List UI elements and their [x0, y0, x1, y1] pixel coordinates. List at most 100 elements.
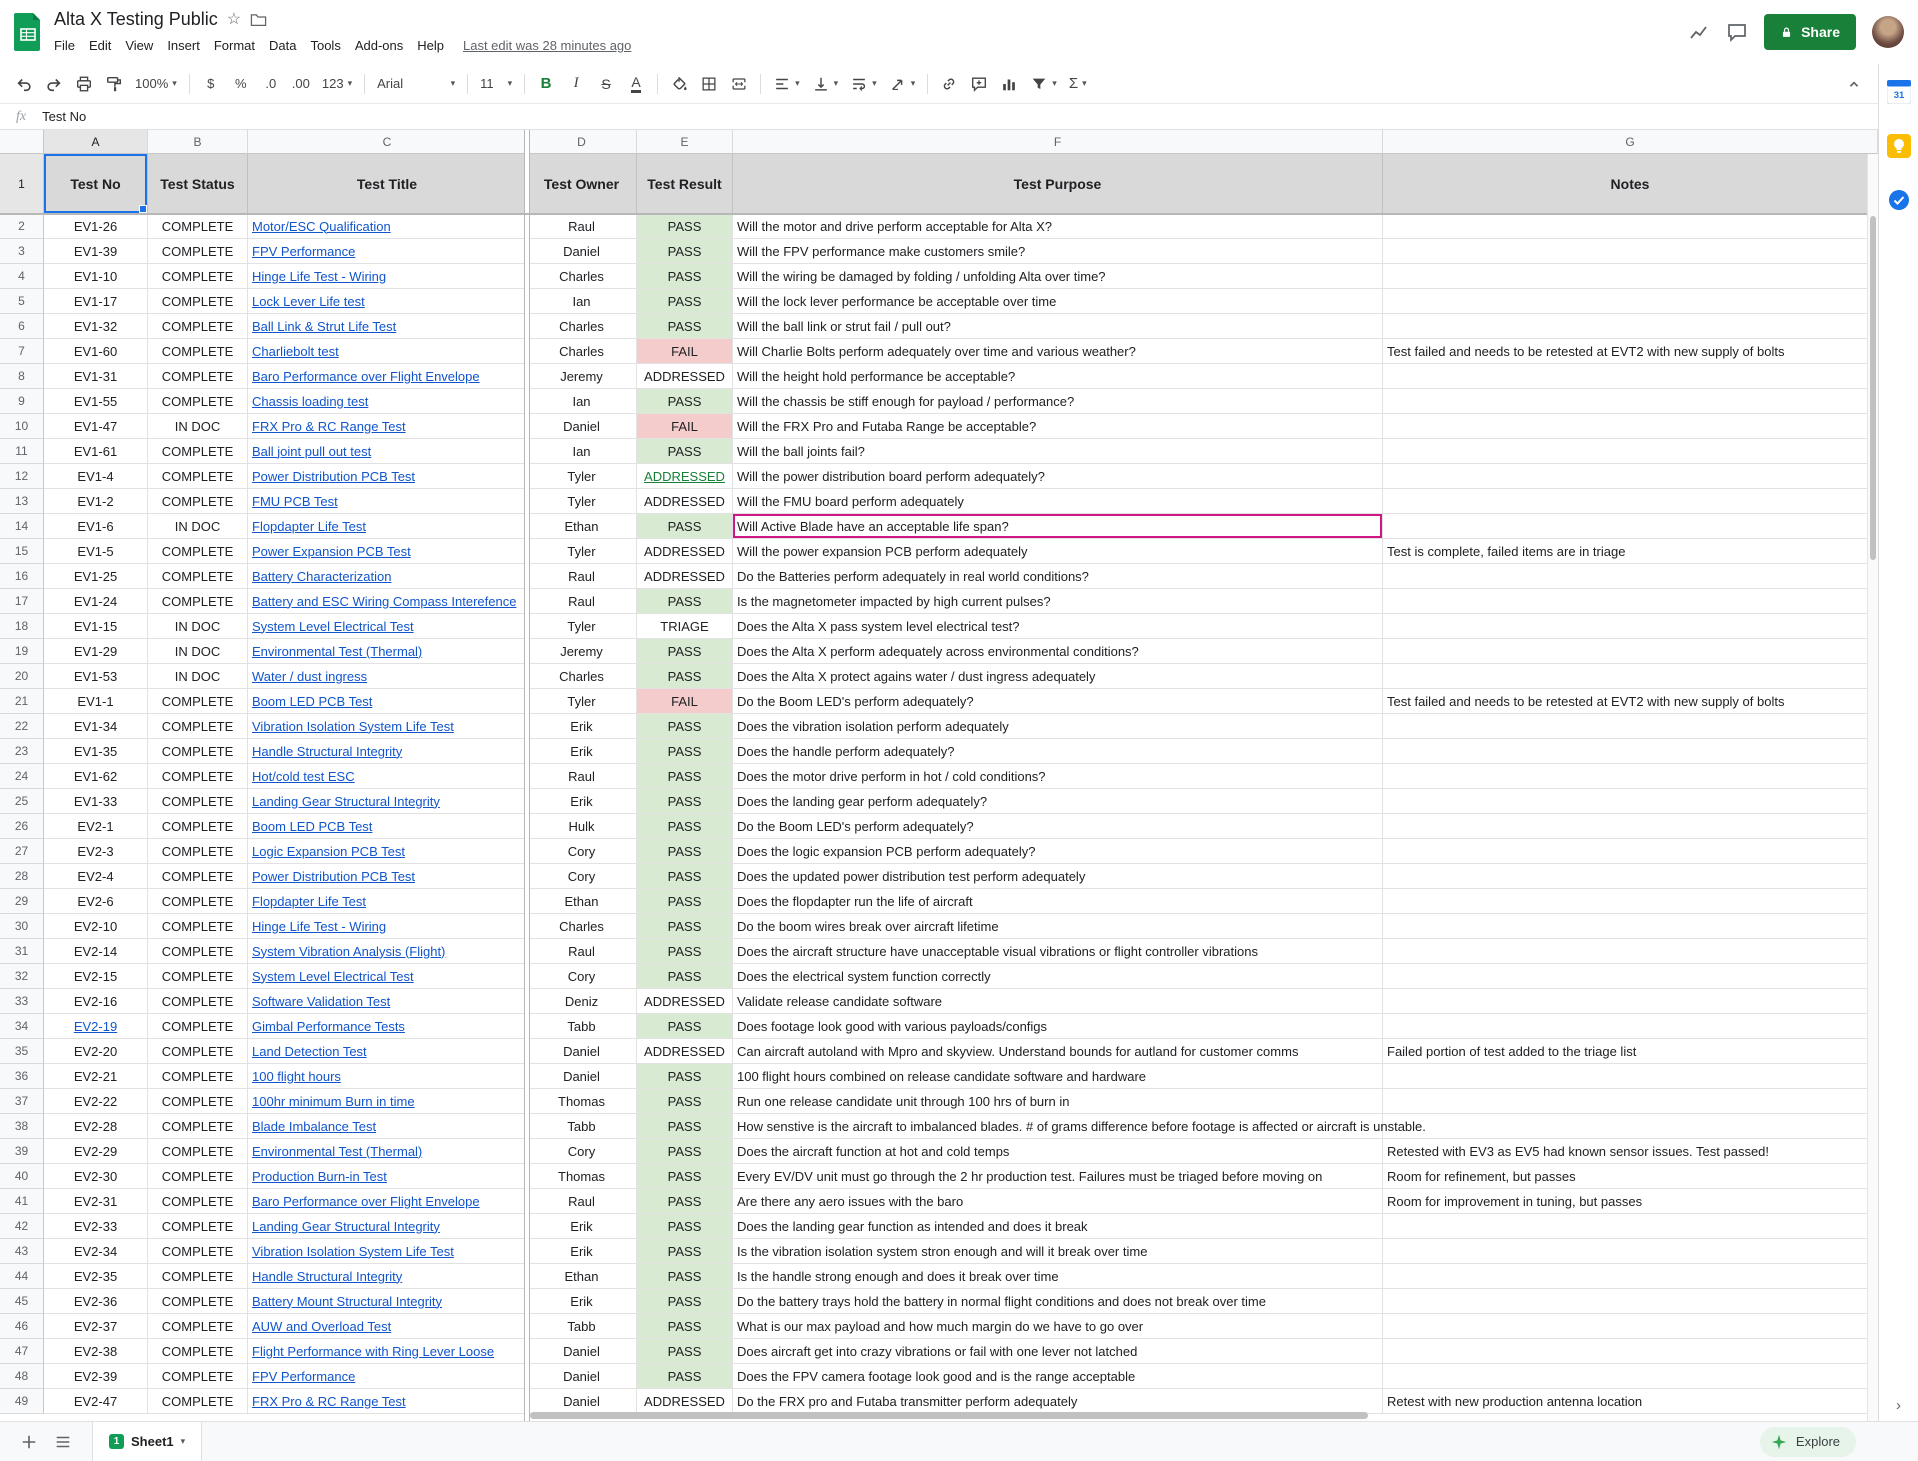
cell-F35[interactable]: Can aircraft autoland with Mpro and skyv…	[733, 1039, 1383, 1064]
caret-down-icon[interactable]: ▾	[181, 1437, 186, 1446]
test-title-link[interactable]: 100hr minimum Burn in time	[252, 1094, 415, 1109]
cell-A16[interactable]: EV1-25	[44, 564, 148, 589]
cell-A19[interactable]: EV1-29	[44, 639, 148, 664]
cell-C26[interactable]: Boom LED PCB Test	[248, 814, 527, 839]
cell-F3[interactable]: Will the FPV performance make customers …	[733, 239, 1383, 264]
cell-C39[interactable]: Environmental Test (Thermal)	[248, 1139, 527, 1164]
cell-C3[interactable]: FPV Performance	[248, 239, 527, 264]
row-header-36[interactable]: 36	[0, 1064, 44, 1089]
cell-F28[interactable]: Does the updated power distribution test…	[733, 864, 1383, 889]
cell-G39[interactable]: Retested with EV3 as EV5 had known senso…	[1383, 1139, 1878, 1164]
text-rotation-button[interactable]: ▾	[884, 71, 921, 97]
cell-D35[interactable]: Daniel	[527, 1039, 637, 1064]
cell-B48[interactable]: COMPLETE	[148, 1364, 248, 1389]
cell-F40[interactable]: Every EV/DV unit must go through the 2 h…	[733, 1164, 1383, 1189]
cell-A9[interactable]: EV1-55	[44, 389, 148, 414]
cell-C22[interactable]: Vibration Isolation System Life Test	[248, 714, 527, 739]
filter-button[interactable]: ▾	[1025, 71, 1062, 97]
cell-D20[interactable]: Charles	[527, 664, 637, 689]
cell-A26[interactable]: EV2-1	[44, 814, 148, 839]
test-title-link[interactable]: Logic Expansion PCB Test	[252, 844, 405, 859]
avatar[interactable]	[1872, 16, 1904, 48]
cell-E15[interactable]: ADDRESSED	[637, 539, 733, 564]
cell-A4[interactable]: EV1-10	[44, 264, 148, 289]
cell-B43[interactable]: COMPLETE	[148, 1239, 248, 1264]
cell-C46[interactable]: AUW and Overload Test	[248, 1314, 527, 1339]
cell-E13[interactable]: ADDRESSED	[637, 489, 733, 514]
test-title-link[interactable]: Battery Characterization	[252, 569, 391, 584]
cell-A15[interactable]: EV1-5	[44, 539, 148, 564]
test-title-link[interactable]: System Vibration Analysis (Flight)	[252, 944, 445, 959]
test-title-link[interactable]: Hinge Life Test - Wiring	[252, 919, 386, 934]
vertical-scrollbar[interactable]	[1867, 154, 1878, 1421]
comments-icon[interactable]	[1726, 21, 1748, 43]
row-header-41[interactable]: 41	[0, 1189, 44, 1214]
column-header-C[interactable]: C	[248, 130, 527, 154]
move-folder-icon[interactable]	[250, 12, 267, 27]
cell-E5[interactable]: PASS	[637, 289, 733, 314]
test-title-link[interactable]: Flopdapter Life Test	[252, 894, 366, 909]
cell-A28[interactable]: EV2-4	[44, 864, 148, 889]
cell-D23[interactable]: Erik	[527, 739, 637, 764]
test-title-link[interactable]: Environmental Test (Thermal)	[252, 644, 422, 659]
cell-D3[interactable]: Daniel	[527, 239, 637, 264]
cell-F16[interactable]: Do the Batteries perform adequately in r…	[733, 564, 1383, 589]
cell-E17[interactable]: PASS	[637, 589, 733, 614]
cell-E43[interactable]: PASS	[637, 1239, 733, 1264]
cell-G32[interactable]	[1383, 964, 1878, 989]
test-title-link[interactable]: Motor/ESC Qualification	[252, 219, 391, 234]
cell-G14[interactable]	[1383, 514, 1878, 539]
cell-E34[interactable]: PASS	[637, 1014, 733, 1039]
cell-G9[interactable]	[1383, 389, 1878, 414]
row-header-38[interactable]: 38	[0, 1114, 44, 1139]
cell-C4[interactable]: Hinge Life Test - Wiring	[248, 264, 527, 289]
cell-B33[interactable]: COMPLETE	[148, 989, 248, 1014]
cell-D27[interactable]: Cory	[527, 839, 637, 864]
cell-F47[interactable]: Does aircraft get into crazy vibrations …	[733, 1339, 1383, 1364]
cell-D22[interactable]: Erik	[527, 714, 637, 739]
test-title-link[interactable]: Ball joint pull out test	[252, 444, 371, 459]
cell-A23[interactable]: EV1-35	[44, 739, 148, 764]
cell-B12[interactable]: COMPLETE	[148, 464, 248, 489]
cell-A38[interactable]: EV2-28	[44, 1114, 148, 1139]
cell-G44[interactable]	[1383, 1264, 1878, 1289]
cell-E4[interactable]: PASS	[637, 264, 733, 289]
cell-A47[interactable]: EV2-38	[44, 1339, 148, 1364]
cell-B47[interactable]: COMPLETE	[148, 1339, 248, 1364]
row-header-11[interactable]: 11	[0, 439, 44, 464]
test-title-link[interactable]: Boom LED PCB Test	[252, 694, 372, 709]
cell-E1[interactable]: Test Result	[637, 154, 733, 214]
cell-E30[interactable]: PASS	[637, 914, 733, 939]
cell-A13[interactable]: EV1-2	[44, 489, 148, 514]
cell-G46[interactable]	[1383, 1314, 1878, 1339]
cell-F25[interactable]: Does the landing gear perform adequately…	[733, 789, 1383, 814]
row-header-30[interactable]: 30	[0, 914, 44, 939]
cell-E36[interactable]: PASS	[637, 1064, 733, 1089]
column-header-D[interactable]: D	[527, 130, 637, 154]
test-title-link[interactable]: 100 flight hours	[252, 1069, 341, 1084]
cell-G23[interactable]	[1383, 739, 1878, 764]
cell-D8[interactable]: Jeremy	[527, 364, 637, 389]
merge-cells-button[interactable]	[725, 71, 753, 97]
test-title-link[interactable]: AUW and Overload Test	[252, 1319, 391, 1334]
calendar-icon[interactable]: 31	[1887, 80, 1911, 104]
cell-E38[interactable]: PASS	[637, 1114, 733, 1139]
row-header-31[interactable]: 31	[0, 939, 44, 964]
italic-button[interactable]: I	[562, 71, 590, 97]
cell-C12[interactable]: Power Distribution PCB Test	[248, 464, 527, 489]
row-header-17[interactable]: 17	[0, 589, 44, 614]
cell-A32[interactable]: EV2-15	[44, 964, 148, 989]
text-wrap-button[interactable]: ▾	[845, 71, 882, 97]
cell-D4[interactable]: Charles	[527, 264, 637, 289]
cell-C10[interactable]: FRX Pro & RC Range Test	[248, 414, 527, 439]
cell-F48[interactable]: Does the FPV camera footage look good an…	[733, 1364, 1383, 1389]
cell-C29[interactable]: Flopdapter Life Test	[248, 889, 527, 914]
cell-F8[interactable]: Will the height hold performance be acce…	[733, 364, 1383, 389]
row-header-33[interactable]: 33	[0, 989, 44, 1014]
test-title-link[interactable]: Landing Gear Structural Integrity	[252, 794, 440, 809]
cell-C47[interactable]: Flight Performance with Ring Lever Loose	[248, 1339, 527, 1364]
cell-A12[interactable]: EV1-4	[44, 464, 148, 489]
cell-F12[interactable]: Will the power distribution board perfor…	[733, 464, 1383, 489]
cell-C34[interactable]: Gimbal Performance Tests	[248, 1014, 527, 1039]
cell-F34[interactable]: Does footage look good with various payl…	[733, 1014, 1383, 1039]
